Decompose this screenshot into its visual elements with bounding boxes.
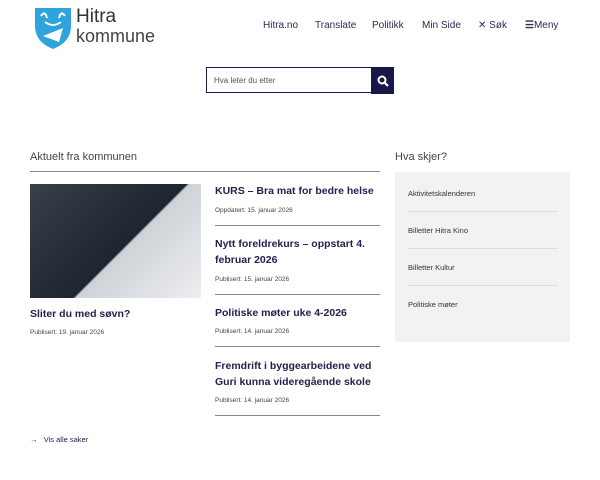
news-title[interactable]: Nytt foreldrekurs – oppstart 4. februar …	[215, 236, 370, 268]
events-item[interactable]: Billetter Kultur	[408, 263, 558, 286]
close-icon: ✕	[478, 20, 487, 31]
news-heading: Aktuelt fra kommunen	[30, 151, 137, 163]
logo-text: Hitra	[76, 6, 117, 27]
nav-translate[interactable]: Translate	[315, 20, 356, 31]
featured-title[interactable]: Sliter du med søvn?	[30, 306, 130, 322]
news-title[interactable]: KURS – Bra mat for bedre helse	[215, 183, 380, 199]
news-title[interactable]: Fremdrift i byggearbeidene ved Guri kunn…	[215, 358, 380, 390]
featured-meta: Publisert: 19. januar 2026	[30, 329, 105, 336]
search-input[interactable]: Hva leter du etter	[206, 67, 372, 93]
divider	[215, 346, 380, 347]
divider	[215, 415, 380, 416]
divider	[215, 225, 380, 226]
divider	[30, 171, 380, 172]
events-heading: Hva skjer?	[395, 151, 447, 163]
divider	[215, 294, 380, 295]
all-news-link[interactable]: → Vis alle saker	[30, 435, 88, 444]
hamburger-icon: ☰	[525, 20, 534, 31]
events-item[interactable]: Politiske møter	[408, 300, 558, 322]
nav-politikk[interactable]: Politikk	[372, 20, 404, 31]
nav-hitra[interactable]: Hitra.no	[263, 20, 298, 31]
featured-image[interactable]	[30, 184, 201, 298]
logo-subtext: kommune	[76, 26, 156, 46]
nav-min-side[interactable]: Min Side	[422, 20, 461, 31]
news-meta: Publisert: 14. januar 2026	[215, 397, 290, 404]
search-button[interactable]	[371, 67, 394, 94]
menu-label: Meny	[533, 20, 559, 31]
events-item[interactable]: Billetter Hitra Kino	[408, 226, 558, 249]
news-title[interactable]: Politiske møter uke 4-2026	[215, 305, 380, 321]
search-icon	[377, 75, 389, 87]
events-panel: Aktivitetskalenderen Billetter Hitra Kin…	[395, 172, 570, 342]
events-item[interactable]: Aktivitetskalenderen	[408, 189, 558, 212]
news-meta: Oppdatert: 15. januar 2026	[215, 207, 293, 214]
nav-search-toggle[interactable]: ✕ Søk	[478, 20, 507, 31]
news-meta: Publisert: 14. januar 2026	[215, 328, 290, 335]
logo-shield-icon	[35, 8, 71, 49]
all-news-label: Vis alle saker	[43, 435, 89, 444]
search-toggle-label: Søk	[489, 20, 507, 31]
nav-menu[interactable]: ☰Meny	[525, 20, 558, 31]
arrow-right-icon: →	[30, 435, 38, 444]
logo[interactable]	[33, 6, 73, 50]
news-meta: Publisert: 15. januar 2026	[215, 276, 290, 283]
